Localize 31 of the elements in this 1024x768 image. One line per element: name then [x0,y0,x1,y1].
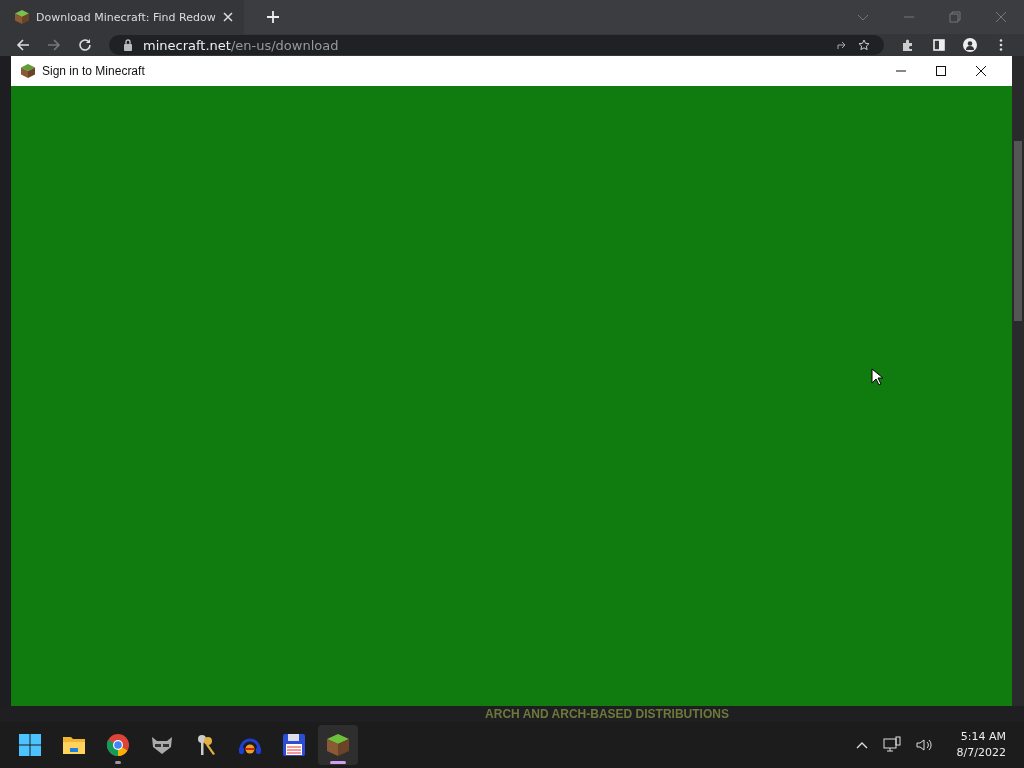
window-title: Sign in to Minecraft [42,64,145,78]
side-panel-icon[interactable] [932,38,946,52]
chrome-icon [106,733,130,757]
grass-block-icon [14,9,30,25]
share-icon[interactable] [836,39,848,51]
clock-date: 8/7/2022 [956,745,1006,761]
grass-block-icon [20,63,36,79]
address-bar[interactable]: minecraft.net/en-us/download [109,35,884,55]
browser-tab[interactable]: Download Minecraft: Find Redow [0,0,244,34]
profile-avatar-icon[interactable] [963,38,977,52]
back-arrow-icon[interactable] [16,38,30,52]
network-icon[interactable] [882,736,901,754]
taskbar-app[interactable] [318,725,358,765]
grass-block-icon [326,733,350,757]
forward-arrow-icon[interactable] [47,38,61,52]
mouse-pointer-icon [871,368,883,386]
section-heading: ARCH AND ARCH-BASED DISTRIBUTIONS [485,706,729,722]
lock-icon [123,39,133,51]
close-icon[interactable] [975,65,987,77]
windows-logo-icon [18,733,42,757]
clock-time: 5:14 AM [960,729,1006,745]
new-tab-icon[interactable] [265,10,280,24]
scrollbar[interactable] [1012,56,1024,706]
maximize-icon[interactable] [935,65,947,77]
tab-title: Download Minecraft: Find Redow [36,10,216,24]
speaker-icon[interactable] [914,736,933,754]
star-icon[interactable] [858,39,870,51]
url-text: minecraft.net/en-us/download [143,37,339,53]
puzzle-piece-icon[interactable] [901,38,915,52]
clock[interactable]: 5:14 AM 8/7/2022 [956,729,1006,761]
reload-icon[interactable] [78,38,92,52]
